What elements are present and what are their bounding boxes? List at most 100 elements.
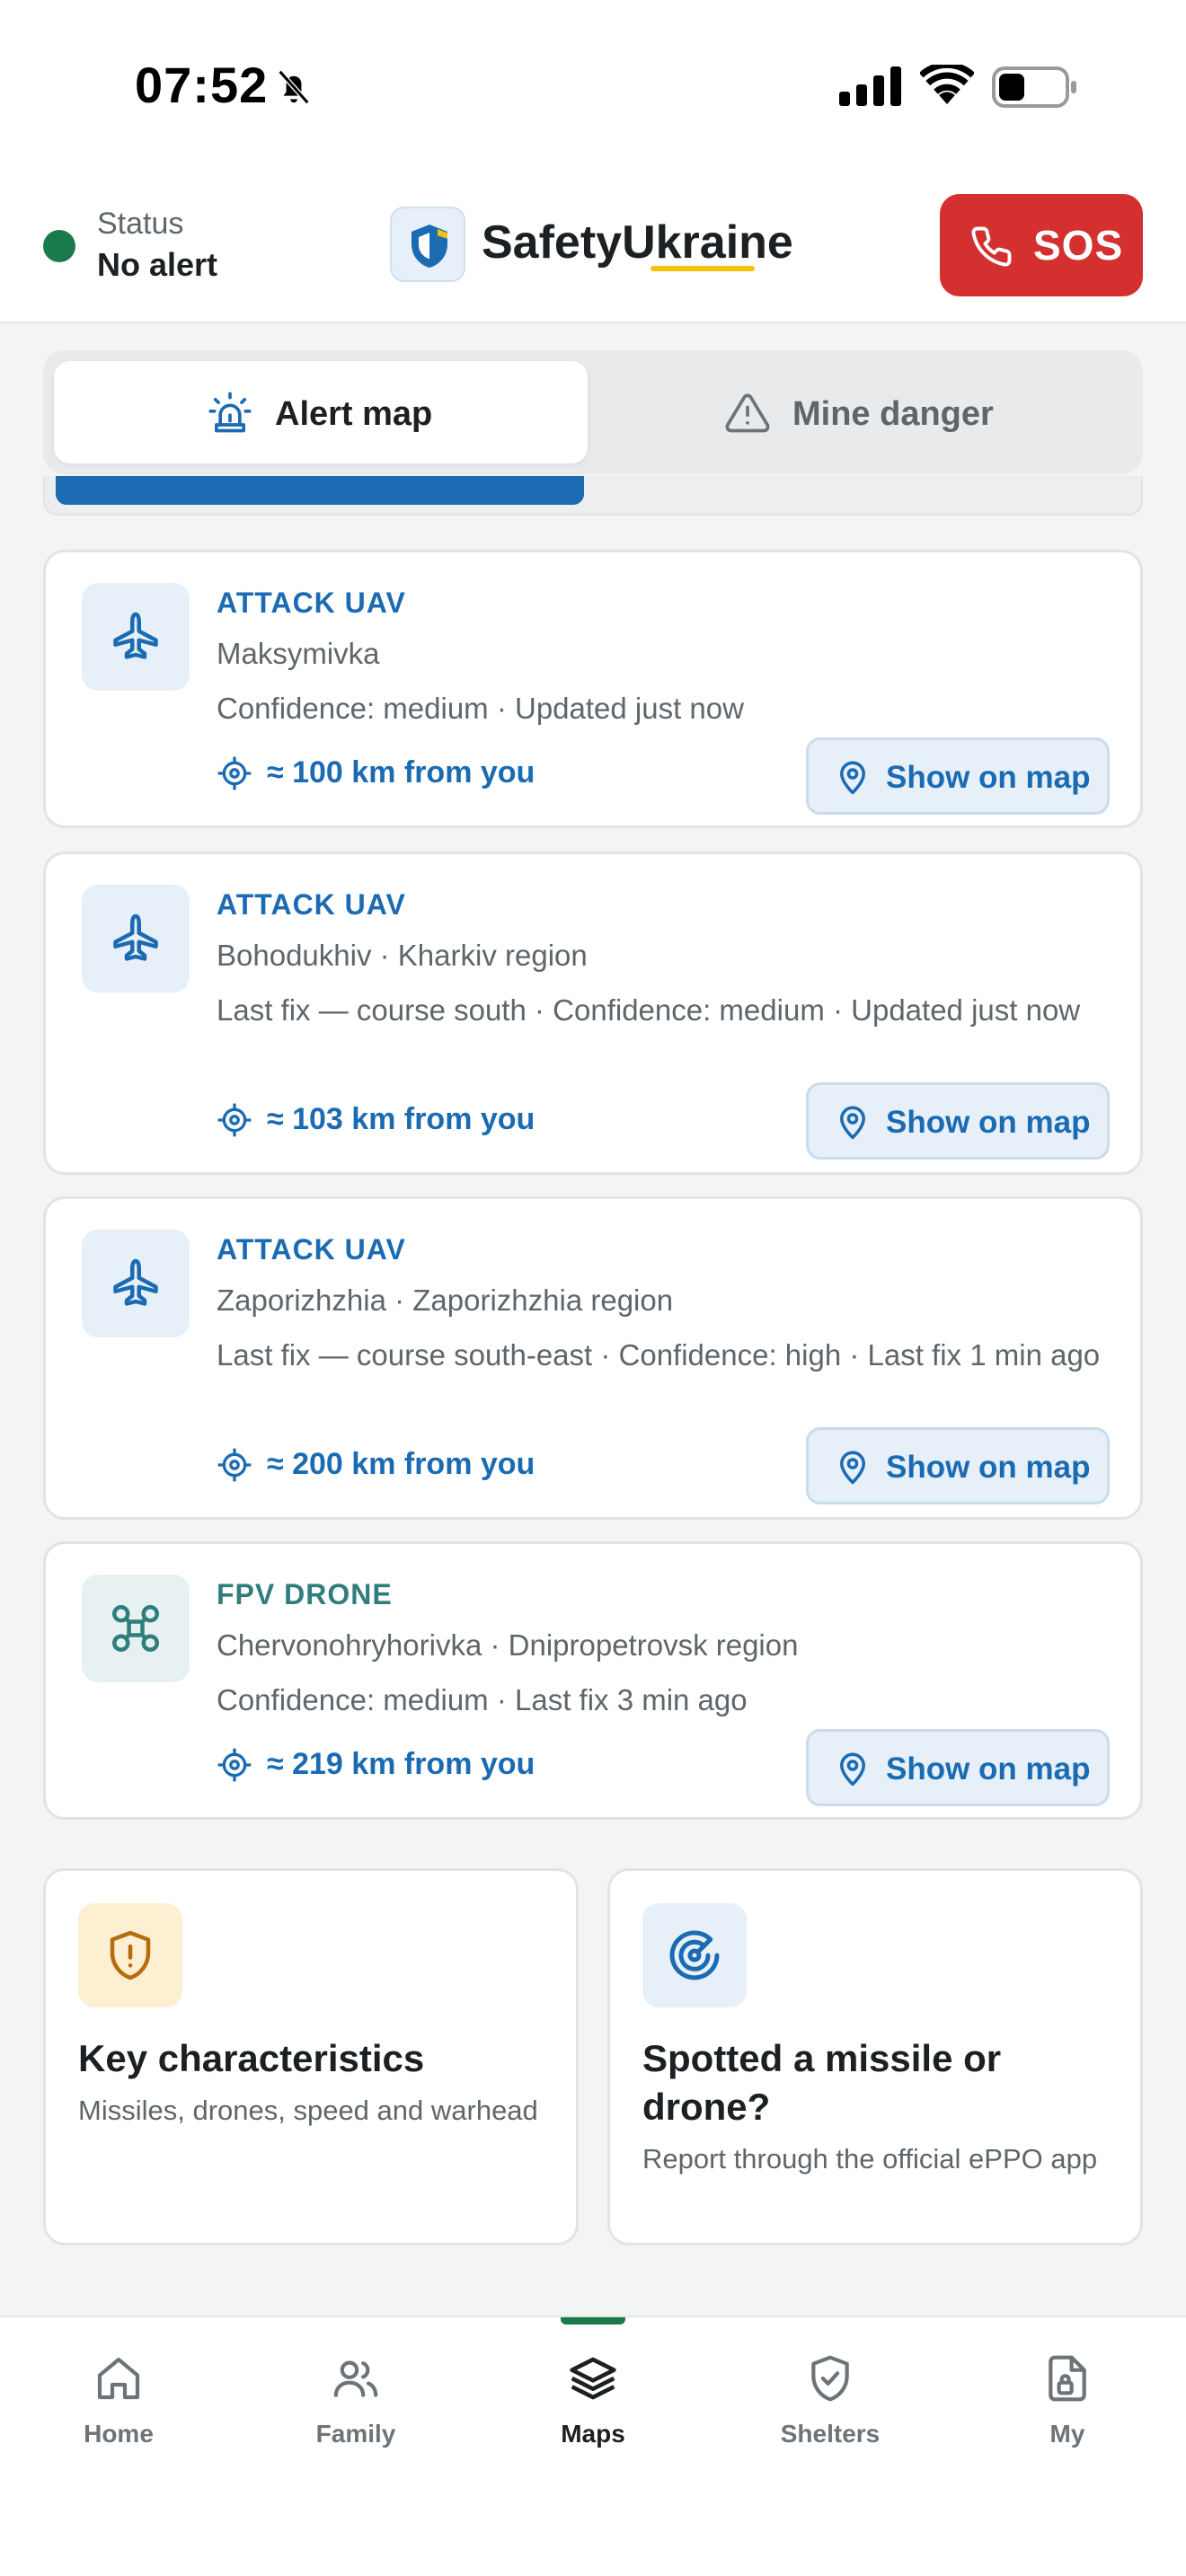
crosshair-icon <box>217 756 252 790</box>
threat-icon-box <box>82 583 190 691</box>
threat-location: Bohodukhiv · Kharkiv region <box>217 939 588 972</box>
tab-mine-danger-label: Mine danger <box>792 395 994 433</box>
map-pin-icon <box>840 761 865 795</box>
plane-icon <box>113 612 158 659</box>
map-pin-icon <box>840 1451 865 1485</box>
warning-icon <box>725 393 770 433</box>
shield-logo-icon <box>412 225 447 268</box>
threat-distance-label: ≈ 219 km from you <box>267 1747 535 1781</box>
tile-icon-box <box>642 1903 747 2007</box>
show-on-map-label: Show on map <box>886 1450 1091 1485</box>
threat-location: Maksymivka <box>217 637 380 670</box>
nav-my-label: My <box>1049 2420 1085 2448</box>
map-pin-icon <box>840 1106 865 1140</box>
show-on-map-label: Show on map <box>886 1751 1091 1786</box>
threat-card: ATTACK UAV Maksymivka Confidence: medium… <box>43 550 1143 828</box>
brand-name-part2: Ukraine <box>622 216 793 269</box>
nav-shelters-label: Shelters <box>780 2420 881 2448</box>
bottom-navigation: Home Family Maps Shelters My <box>0 2316 1186 2576</box>
threat-distance-label: ≈ 103 km from you <box>267 1102 535 1136</box>
wifi-icon <box>920 65 974 104</box>
threat-location: Chervonohryhorivka · Dnipropetrovsk regi… <box>217 1628 799 1662</box>
tab-mine-danger[interactable]: Mine danger <box>598 361 1132 463</box>
home-icon <box>97 2357 140 2400</box>
threat-meta: Last fix — course south-east · Confidenc… <box>217 1338 1101 1372</box>
app-header: Status No alert SafetyUkraine SOS <box>0 171 1186 323</box>
show-on-map-button[interactable]: Show on map <box>806 1427 1110 1504</box>
nav-my[interactable]: My <box>949 2317 1186 2479</box>
threat-distance-label: ≈ 100 km from you <box>267 755 535 790</box>
family-icon <box>333 2360 378 2397</box>
threat-icon-box <box>82 1575 190 1682</box>
cellular-signal-icon <box>839 66 901 106</box>
threat-meta: Confidence: medium · Updated just now <box>217 692 744 725</box>
map-mode-tabs: Alert map Mine danger <box>43 350 1143 474</box>
threat-distance: ≈ 200 km from you <box>217 1447 535 1482</box>
threat-type: ATTACK UAV <box>217 1233 406 1266</box>
threat-type: ATTACK UAV <box>217 888 406 921</box>
map-pin-icon <box>840 1752 865 1786</box>
show-on-map-label: Show on map <box>886 760 1091 795</box>
layers-icon <box>570 2357 616 2400</box>
nav-maps-label: Maps <box>561 2420 625 2448</box>
drone-icon <box>112 1605 159 1652</box>
battery-icon <box>992 66 1076 108</box>
report-sighting-tile[interactable]: Spotted a missile or drone? Report throu… <box>607 1868 1143 2245</box>
bell-muted-icon <box>278 69 310 105</box>
siren-icon <box>208 392 252 433</box>
threat-card: ATTACK UAV Zaporizhzhia · Zaporizhzhia r… <box>43 1196 1143 1520</box>
tile-subtitle: Report through the official ePPO app <box>642 2143 1098 2175</box>
phone-icon <box>971 226 1012 267</box>
tile-icon-box <box>78 1903 182 2007</box>
nav-home-label: Home <box>84 2420 154 2448</box>
nav-family[interactable]: Family <box>237 2317 474 2479</box>
threat-distance: ≈ 100 km from you <box>217 755 535 790</box>
threat-icon-box <box>82 1230 190 1337</box>
tab-alert-map-label: Alert map <box>275 395 433 433</box>
show-on-map-button[interactable]: Show on map <box>806 737 1110 815</box>
threat-type: ATTACK UAV <box>217 587 406 619</box>
nav-family-label: Family <box>315 2420 396 2448</box>
status-indicator <box>43 230 75 262</box>
nav-shelters[interactable]: Shelters <box>712 2317 949 2479</box>
show-on-map-button[interactable]: Show on map <box>806 1082 1110 1160</box>
radar-icon <box>669 1930 720 1981</box>
nav-maps[interactable]: Maps <box>474 2317 712 2479</box>
app-logo <box>390 207 465 282</box>
crosshair-icon <box>217 1748 252 1782</box>
active-tab-indicator <box>561 2317 625 2325</box>
crosshair-icon <box>217 1448 252 1482</box>
crosshair-icon <box>217 1103 252 1137</box>
status-value: No alert <box>97 246 218 283</box>
tab-alert-map[interactable]: Alert map <box>54 361 588 463</box>
document-lock-icon <box>1049 2355 1086 2402</box>
threat-icon-box <box>82 885 190 992</box>
tile-subtitle: Missiles, drones, speed and warhead <box>78 2095 538 2126</box>
threat-meta: Confidence: medium · Last fix 3 min ago <box>217 1683 748 1716</box>
sos-button[interactable]: SOS <box>940 194 1143 296</box>
tile-title: Spotted a missile or drone? <box>642 2037 1002 2128</box>
clock: 07:52 <box>135 57 269 113</box>
brand-underline <box>651 266 755 271</box>
tab-progress-bar <box>43 476 1143 516</box>
threat-distance-label: ≈ 200 km from you <box>267 1447 535 1481</box>
threat-meta: Last fix — course south · Confidence: me… <box>217 993 1081 1027</box>
tab-progress-fill <box>56 476 584 505</box>
shield-check-icon <box>811 2355 849 2402</box>
key-characteristics-tile[interactable]: Key characteristics Missiles, drones, sp… <box>43 1868 579 2245</box>
threat-location: Zaporizhzhia · Zaporizhzhia region <box>217 1284 674 1317</box>
threat-distance: ≈ 103 km from you <box>217 1102 535 1137</box>
nav-home[interactable]: Home <box>0 2317 237 2479</box>
shield-alert-icon <box>110 1930 151 1981</box>
show-on-map-button[interactable]: Show on map <box>806 1729 1110 1806</box>
status-bar: 07:52 <box>0 0 1186 171</box>
threat-type: FPV DRONE <box>217 1578 393 1610</box>
tile-title: Key characteristics <box>78 2037 425 2079</box>
sos-label: SOS <box>1033 222 1124 269</box>
threat-distance: ≈ 219 km from you <box>217 1747 535 1782</box>
status-label: Status <box>97 207 184 241</box>
brand-name-part1: Safety <box>482 216 623 269</box>
plane-icon <box>113 1258 158 1306</box>
plane-icon <box>113 913 158 961</box>
show-on-map-label: Show on map <box>886 1105 1091 1140</box>
